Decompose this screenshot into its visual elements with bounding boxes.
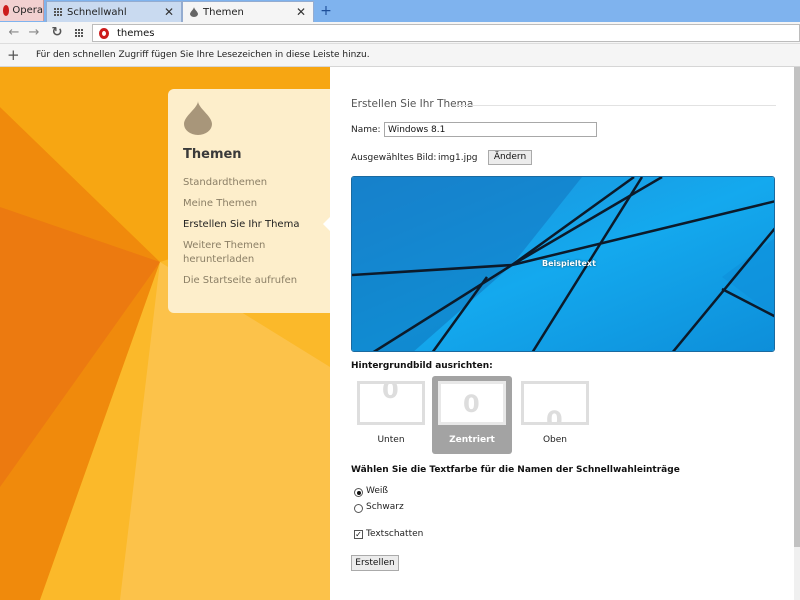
close-icon[interactable]: ✕: [296, 5, 306, 19]
back-arrow-icon[interactable]: ←: [6, 25, 22, 41]
align-option-oben[interactable]: 0 Oben: [515, 376, 595, 454]
radio-weiss[interactable]: [354, 488, 363, 497]
drop-icon: 0: [546, 406, 563, 425]
align-option-label: Oben: [542, 435, 568, 445]
align-preview-center: 0: [438, 381, 506, 425]
add-bookmark-button[interactable]: +: [7, 46, 20, 64]
name-label: Name:: [351, 125, 381, 135]
radio-schwarz-label: Schwarz: [366, 502, 404, 512]
vertical-scrollbar[interactable]: [794, 67, 800, 600]
align-preview-bottom: 0: [357, 381, 425, 425]
align-option-label: Unten: [377, 435, 405, 445]
scrollbar-thumb[interactable]: [794, 67, 800, 547]
opera-menu-label: Opera: [12, 5, 43, 16]
text-shadow-checkbox[interactable]: ✓: [354, 530, 363, 539]
opera-badge-icon: [99, 27, 109, 39]
speed-dial-icon[interactable]: [72, 25, 88, 41]
radio-weiss-label: Weiß: [366, 486, 389, 496]
close-icon[interactable]: ✕: [164, 5, 174, 19]
speed-dial-grid-icon: [53, 7, 63, 17]
current-item-pointer: [323, 217, 330, 231]
preview-sample-text: Beispieltext: [542, 259, 596, 268]
selected-image-filename: img1.jpg: [438, 153, 478, 163]
drop-icon: 0: [382, 381, 399, 404]
heading-divider: [452, 105, 776, 106]
navigation-bar: ← → ↻ themes: [0, 22, 800, 44]
theme-drop-icon: [184, 101, 212, 135]
reload-icon[interactable]: ↻: [49, 25, 65, 41]
align-option-unten[interactable]: 0 Unten: [351, 376, 431, 454]
align-heading: Hintergrundbild ausrichten:: [351, 361, 493, 371]
forward-arrow-icon[interactable]: →: [26, 25, 42, 41]
bookmarks-hint: Für den schnellen Zugriff fügen Sie Ihre…: [36, 50, 370, 60]
theme-preview: Beispieltext: [351, 176, 775, 352]
tab-schnellwahl[interactable]: Schnellwahl ✕: [46, 1, 182, 22]
themes-sidebar: Themen Standardthemen Meine Themen Erste…: [168, 89, 330, 313]
align-option-zentriert[interactable]: 0 Zentriert: [432, 376, 512, 454]
address-bar[interactable]: themes: [92, 24, 800, 42]
selected-image-label: Ausgewähltes Bild:: [351, 153, 437, 163]
sidebar-item-weitere-themen[interactable]: Weitere Themen herunterladen: [183, 239, 318, 267]
sidebar-item-startseite[interactable]: Die Startseite aufrufen: [183, 274, 318, 288]
sidebar-item-meine-themen[interactable]: Meine Themen: [183, 197, 318, 211]
align-option-label: Zentriert: [449, 435, 495, 445]
tab-themen[interactable]: Themen ✕: [182, 1, 314, 22]
align-preview-top: 0: [521, 381, 589, 425]
new-tab-button[interactable]: +: [318, 1, 334, 21]
bookmarks-bar: + Für den schnellen Zugriff fügen Sie Ih…: [0, 44, 800, 67]
address-text: themes: [117, 27, 155, 39]
textcolor-heading: Wählen Sie die Textfarbe für die Namen d…: [351, 465, 680, 475]
drop-icon: 0: [463, 390, 480, 418]
opera-menu-button[interactable]: Opera: [0, 0, 44, 21]
sidebar-item-erstellen[interactable]: Erstellen Sie Ihr Thema: [183, 218, 318, 232]
theme-editor-panel: Erstellen Sie Ihr Thema Name: Ausgewählt…: [330, 67, 798, 600]
sidebar-title: Themen: [183, 147, 242, 162]
change-image-button[interactable]: Ändern: [488, 150, 532, 165]
tab-label: Schnellwahl: [67, 6, 127, 18]
opera-logo-icon: [3, 5, 10, 16]
editor-heading: Erstellen Sie Ihr Thema: [351, 98, 474, 110]
create-theme-button[interactable]: Erstellen: [351, 555, 399, 571]
sidebar-item-standardthemen[interactable]: Standardthemen: [183, 176, 318, 190]
theme-name-input[interactable]: [384, 122, 597, 137]
drop-icon: [189, 7, 199, 17]
tab-label: Themen: [203, 6, 244, 18]
tab-strip: Opera Schnellwahl ✕ Themen ✕ +: [0, 0, 800, 22]
radio-schwarz[interactable]: [354, 504, 363, 513]
text-shadow-label: Textschatten: [366, 529, 424, 539]
